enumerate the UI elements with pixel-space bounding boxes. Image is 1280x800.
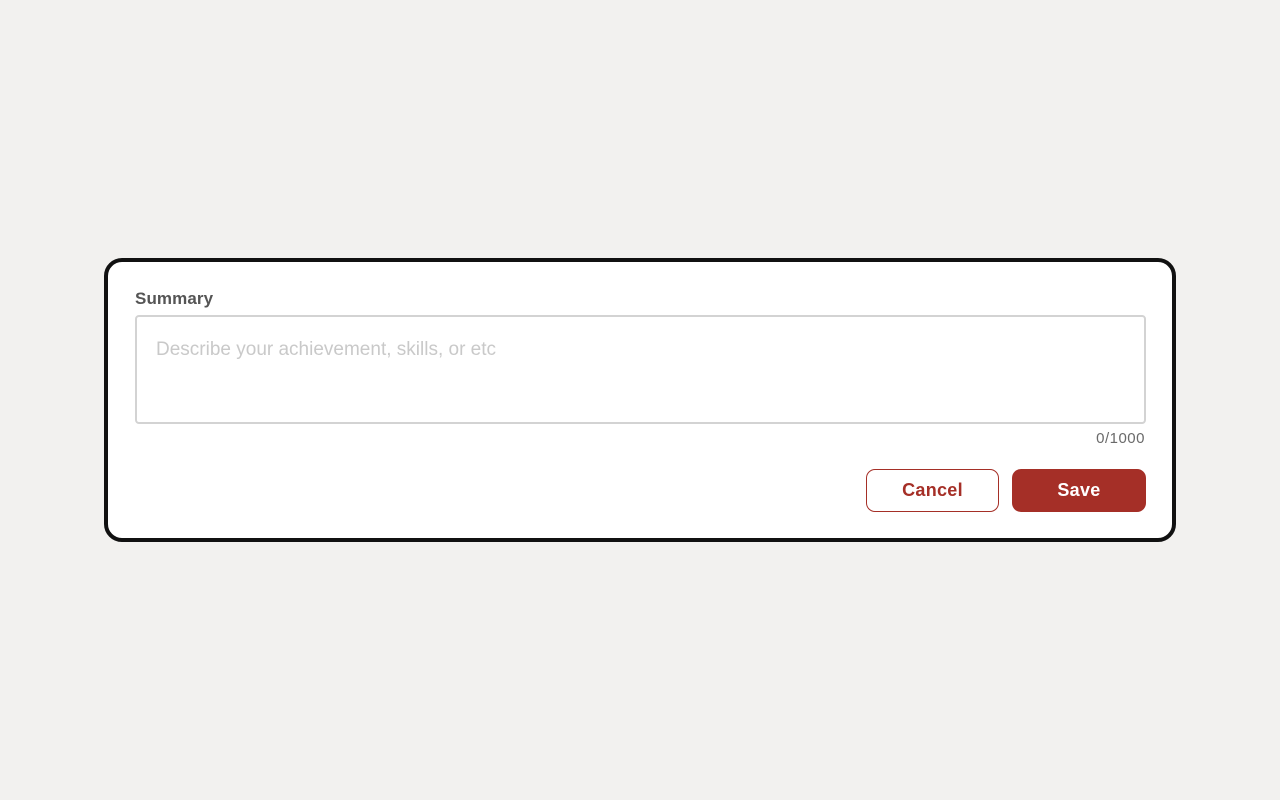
summary-textarea[interactable] xyxy=(137,317,1144,422)
summary-card: Summary 0/1000 Cancel Save xyxy=(104,258,1176,542)
character-counter: 0/1000 xyxy=(1096,430,1145,447)
save-button[interactable]: Save xyxy=(1012,469,1146,512)
summary-label: Summary xyxy=(135,289,214,308)
cancel-button[interactable]: Cancel xyxy=(866,469,999,512)
summary-field-wrapper xyxy=(135,315,1146,424)
